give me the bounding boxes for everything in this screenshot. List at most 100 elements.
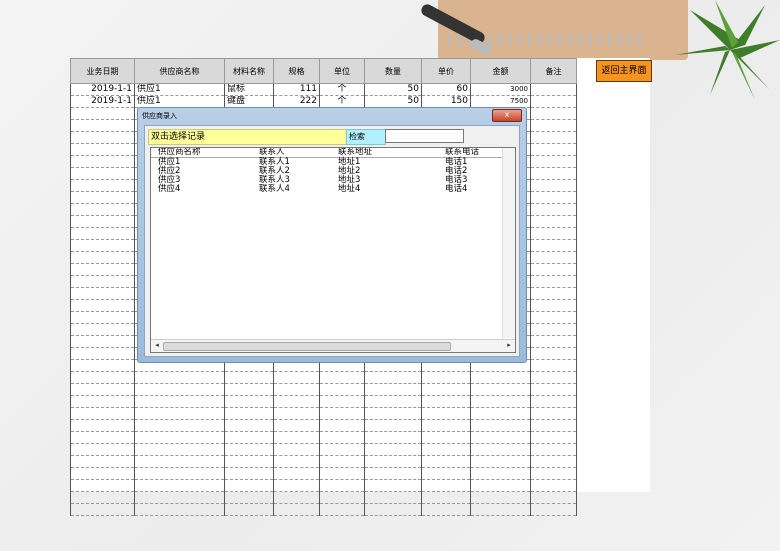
table-cell[interactable] [319,383,365,396]
table-cell[interactable] [530,395,577,408]
table-cell[interactable] [421,479,471,492]
table-cell[interactable] [470,443,531,456]
table-row[interactable] [70,467,577,480]
table-row[interactable]: 2019-1-1 供应1 键盘 222 个 50 150 7500 [70,95,577,108]
table-cell[interactable] [364,371,422,384]
table-cell[interactable] [530,347,577,360]
table-cell[interactable] [224,443,274,456]
table-cell[interactable]: 键盘 [224,95,274,108]
column-header[interactable]: 单位 [319,58,365,84]
table-cell[interactable] [70,131,135,144]
table-cell[interactable] [224,431,274,444]
table-cell[interactable] [273,455,320,468]
table-cell[interactable] [134,383,225,396]
table-cell[interactable] [470,479,531,492]
table-row[interactable] [70,383,577,396]
table-cell[interactable] [530,287,577,300]
column-header[interactable]: 单价 [421,58,471,84]
table-cell[interactable] [70,251,135,264]
table-cell[interactable] [530,131,577,144]
table-cell[interactable] [530,299,577,312]
table-cell[interactable] [530,407,577,420]
table-cell[interactable] [224,455,274,468]
table-cell[interactable] [70,299,135,312]
table-cell[interactable] [364,479,422,492]
table-cell[interactable]: 供应1 [134,83,225,96]
table-cell[interactable] [530,419,577,432]
table-cell[interactable] [421,491,471,504]
table-cell[interactable] [530,119,577,132]
table-cell[interactable] [134,455,225,468]
table-cell[interactable] [364,395,422,408]
table-cell[interactable] [470,407,531,420]
table-cell[interactable] [70,323,135,336]
table-cell[interactable] [273,443,320,456]
table-cell[interactable] [70,107,135,120]
table-cell[interactable] [319,443,365,456]
table-cell[interactable] [134,419,225,432]
table-cell[interactable] [421,419,471,432]
table-cell[interactable] [70,263,135,276]
table-cell[interactable] [273,407,320,420]
table-row[interactable] [70,455,577,468]
table-cell[interactable]: 2019-1-1 [70,83,135,96]
table-row[interactable] [70,407,577,420]
table-cell[interactable] [364,431,422,444]
table-cell[interactable] [470,467,531,480]
table-row[interactable] [70,479,577,492]
table-cell[interactable] [224,479,274,492]
table-cell[interactable] [470,503,531,516]
table-cell[interactable] [70,155,135,168]
table-cell[interactable] [421,467,471,480]
table-cell[interactable]: 150 [421,95,471,108]
table-cell[interactable] [319,503,365,516]
table-cell[interactable] [421,407,471,420]
list-item[interactable]: 供应4 联系人4 地址4 电话4 [151,185,515,194]
table-row[interactable] [70,431,577,444]
table-cell[interactable] [530,455,577,468]
table-cell[interactable] [530,227,577,240]
table-cell[interactable] [319,479,365,492]
table-cell[interactable] [70,431,135,444]
table-cell[interactable] [70,419,135,432]
table-cell[interactable] [70,167,135,180]
table-cell[interactable] [530,179,577,192]
table-cell[interactable] [224,383,274,396]
table-cell[interactable] [70,215,135,228]
table-cell[interactable] [530,467,577,480]
table-cell[interactable] [224,371,274,384]
table-cell[interactable] [470,455,531,468]
table-cell[interactable] [134,395,225,408]
table-cell[interactable] [273,371,320,384]
table-cell[interactable] [224,419,274,432]
table-cell[interactable] [224,407,274,420]
table-cell[interactable] [530,335,577,348]
table-cell[interactable] [70,275,135,288]
column-header[interactable]: 规格 [273,58,320,84]
table-cell[interactable] [224,503,274,516]
table-cell[interactable] [70,383,135,396]
table-cell[interactable] [273,419,320,432]
table-cell[interactable] [530,167,577,180]
table-cell[interactable] [530,107,577,120]
table-cell[interactable] [530,251,577,264]
table-row[interactable] [70,491,577,504]
table-cell[interactable] [70,311,135,324]
table-cell[interactable] [134,431,225,444]
table-cell[interactable] [70,347,135,360]
table-cell[interactable] [421,371,471,384]
table-cell[interactable] [364,419,422,432]
scroll-left-icon[interactable]: ◂ [152,341,162,350]
table-cell[interactable] [273,503,320,516]
table-cell[interactable] [70,359,135,372]
table-cell[interactable] [364,491,422,504]
table-cell[interactable] [134,407,225,420]
table-cell[interactable] [134,479,225,492]
table-cell[interactable] [421,395,471,408]
table-cell[interactable] [530,311,577,324]
table-cell[interactable] [470,383,531,396]
table-cell[interactable] [530,191,577,204]
table-cell[interactable] [530,203,577,216]
table-cell[interactable] [70,335,135,348]
table-cell[interactable] [134,503,225,516]
